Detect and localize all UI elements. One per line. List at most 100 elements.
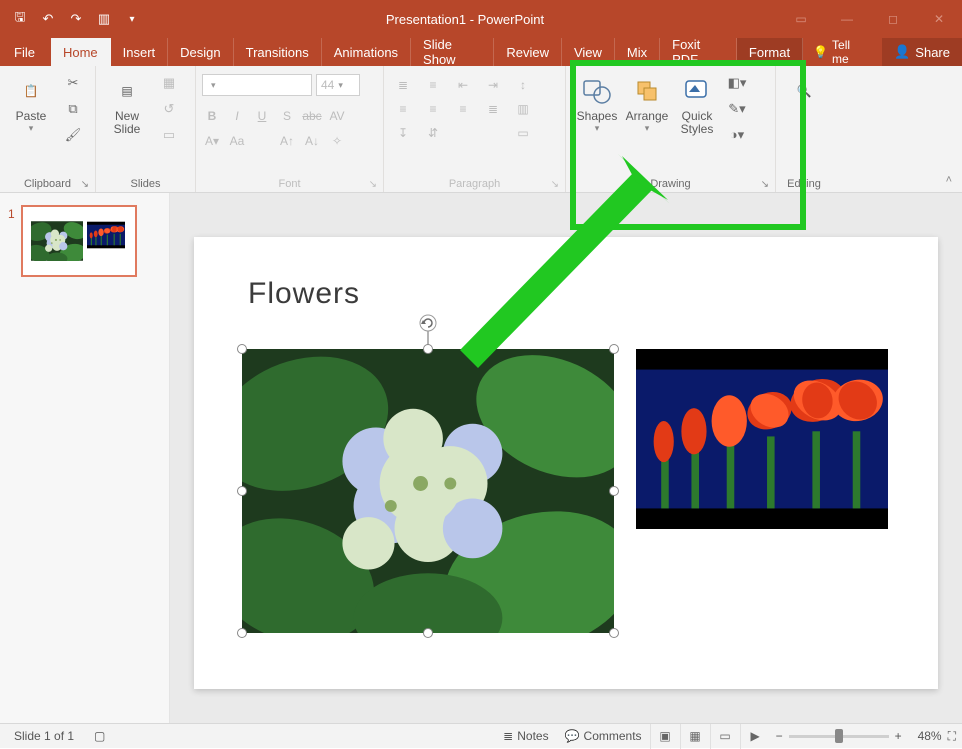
- qat-customize-icon[interactable]: ▾: [118, 5, 146, 33]
- decrease-font-icon[interactable]: A↓: [302, 131, 322, 151]
- fit-to-window-icon[interactable]: ⛶: [948, 729, 956, 744]
- start-from-beginning-icon[interactable]: ▥: [90, 5, 118, 33]
- align-right-icon[interactable]: ≡: [450, 98, 476, 120]
- tab-review[interactable]: Review: [494, 38, 562, 66]
- line-spacing-icon[interactable]: ↕: [510, 74, 536, 96]
- slideshow-view-icon[interactable]: ▶: [740, 724, 770, 749]
- new-slide-button[interactable]: ▤ New Slide: [102, 70, 152, 136]
- section-icon[interactable]: ▭: [156, 124, 182, 146]
- collapse-ribbon-icon[interactable]: ˄: [946, 174, 952, 186]
- group-font: 44 B I U S abc AV A▾ Aa A↑ A↓ ✧ Font↘: [196, 66, 384, 192]
- reading-view-icon[interactable]: ▭: [710, 724, 740, 749]
- justify-icon[interactable]: ≣: [480, 98, 506, 120]
- redo-icon[interactable]: ↷: [62, 5, 90, 33]
- change-case-icon[interactable]: Aa: [227, 131, 247, 151]
- smartart-icon[interactable]: ▭: [510, 122, 536, 144]
- bullets-icon[interactable]: ≣: [390, 74, 416, 96]
- slide-counter[interactable]: Slide 1 of 1: [14, 729, 74, 743]
- bold-icon[interactable]: B: [202, 106, 222, 126]
- zoom-level[interactable]: 48%: [908, 729, 942, 743]
- align-text-icon[interactable]: ⇵: [420, 122, 446, 144]
- undo-icon[interactable]: ↶: [34, 5, 62, 33]
- tab-mix[interactable]: Mix: [615, 38, 660, 66]
- amaryllis-image[interactable]: [636, 349, 888, 529]
- paragraph-dialog-icon[interactable]: ↘: [551, 179, 559, 190]
- reset-icon[interactable]: ↺: [156, 98, 182, 120]
- italic-icon[interactable]: I: [227, 106, 247, 126]
- tab-format[interactable]: Format: [737, 38, 803, 66]
- layout-icon[interactable]: ▦: [156, 72, 182, 94]
- columns-icon[interactable]: ▥: [510, 98, 536, 120]
- comments-button[interactable]: 💬 Comments: [557, 724, 650, 748]
- align-center-icon[interactable]: ≡: [420, 98, 446, 120]
- status-bar: Slide 1 of 1 ▢ ≣ Notes 💬 Comments ▣ ▦ ▭ …: [0, 723, 962, 748]
- shape-effects-icon[interactable]: ◑▾: [724, 124, 750, 146]
- arrange-button[interactable]: Arrange ▾: [622, 70, 672, 134]
- thumbnails-pane[interactable]: 1: [0, 193, 170, 723]
- character-spacing-icon[interactable]: AV: [327, 106, 347, 126]
- increase-font-icon[interactable]: A↑: [277, 131, 297, 151]
- shape-fill-icon[interactable]: ◧▾: [724, 72, 750, 94]
- normal-view-icon[interactable]: ▣: [650, 724, 680, 749]
- resize-handle-ne[interactable]: [609, 344, 619, 354]
- decrease-indent-icon[interactable]: ⇤: [450, 74, 476, 96]
- tab-slideshow[interactable]: Slide Show: [411, 38, 494, 66]
- group-drawing: Shapes ▾ Arrange ▾ Quick Styles ◧▾ ✎▾ ◑▾: [566, 66, 776, 192]
- slide-sorter-icon[interactable]: ▦: [680, 724, 710, 749]
- font-size-combo[interactable]: 44: [316, 74, 360, 96]
- zoom-slider[interactable]: [789, 735, 889, 738]
- paste-label: Paste: [16, 110, 47, 123]
- numbering-icon[interactable]: ≡: [420, 74, 446, 96]
- tab-home[interactable]: Home: [51, 38, 111, 66]
- save-icon[interactable]: 🖫: [6, 5, 34, 33]
- tab-insert[interactable]: Insert: [111, 38, 169, 66]
- minimize-icon[interactable]: ―: [824, 0, 870, 38]
- font-color-icon[interactable]: A▾: [202, 131, 222, 151]
- copy-icon[interactable]: ⧉: [60, 98, 86, 120]
- paste-button[interactable]: 📋 Paste ▾: [6, 70, 56, 134]
- shapes-button[interactable]: Shapes ▾: [572, 70, 622, 134]
- clipboard-dialog-icon[interactable]: ↘: [81, 179, 89, 190]
- quick-styles-button[interactable]: Quick Styles: [672, 70, 722, 136]
- resize-handle-n[interactable]: [423, 344, 433, 354]
- shape-outline-icon[interactable]: ✎▾: [724, 98, 750, 120]
- zoom-in-icon[interactable]: +: [895, 729, 902, 743]
- tab-animations[interactable]: Animations: [322, 38, 411, 66]
- cut-icon[interactable]: ✂: [60, 72, 86, 94]
- shadow-icon[interactable]: S: [277, 106, 297, 126]
- resize-handle-s[interactable]: [423, 628, 433, 638]
- zoom-out-icon[interactable]: −: [776, 729, 783, 743]
- tab-file[interactable]: File: [0, 38, 51, 66]
- maximize-icon[interactable]: ◻: [870, 0, 916, 38]
- font-family-combo[interactable]: [202, 74, 312, 96]
- align-left-icon[interactable]: ≡: [390, 98, 416, 120]
- editing-button[interactable]: 🔍: [782, 70, 826, 110]
- resize-handle-sw[interactable]: [237, 628, 247, 638]
- drawing-dialog-icon[interactable]: ↘: [761, 179, 769, 190]
- font-dialog-icon[interactable]: ↘: [369, 179, 377, 190]
- share-button[interactable]: 👤 Share: [882, 38, 962, 66]
- slide-editor[interactable]: Flowers: [170, 193, 962, 723]
- notes-button[interactable]: ≣ Notes: [495, 724, 556, 748]
- close-icon[interactable]: ✕: [916, 0, 962, 38]
- tab-foxit[interactable]: Foxit PDF: [660, 38, 737, 66]
- tab-view[interactable]: View: [562, 38, 615, 66]
- underline-icon[interactable]: U: [252, 106, 272, 126]
- resize-handle-w[interactable]: [237, 486, 247, 496]
- resize-handle-e[interactable]: [609, 486, 619, 496]
- spell-check-icon[interactable]: ▢: [94, 729, 105, 743]
- tell-me-search[interactable]: 💡 Tell me: [803, 38, 874, 66]
- text-direction-icon[interactable]: ↧: [390, 122, 416, 144]
- ribbon-display-options-icon[interactable]: ▭: [778, 0, 824, 38]
- slide-title[interactable]: Flowers: [248, 277, 360, 311]
- resize-handle-nw[interactable]: [237, 344, 247, 354]
- tab-transitions[interactable]: Transitions: [234, 38, 322, 66]
- selected-image[interactable]: [242, 349, 614, 633]
- thumbnail-1[interactable]: 1: [8, 205, 161, 277]
- tab-design[interactable]: Design: [168, 38, 233, 66]
- strikethrough-icon[interactable]: abc: [302, 106, 322, 126]
- format-painter-icon[interactable]: 🖌: [60, 124, 86, 146]
- resize-handle-se[interactable]: [609, 628, 619, 638]
- increase-indent-icon[interactable]: ⇥: [480, 74, 506, 96]
- clear-formatting-icon[interactable]: ✧: [327, 131, 347, 151]
